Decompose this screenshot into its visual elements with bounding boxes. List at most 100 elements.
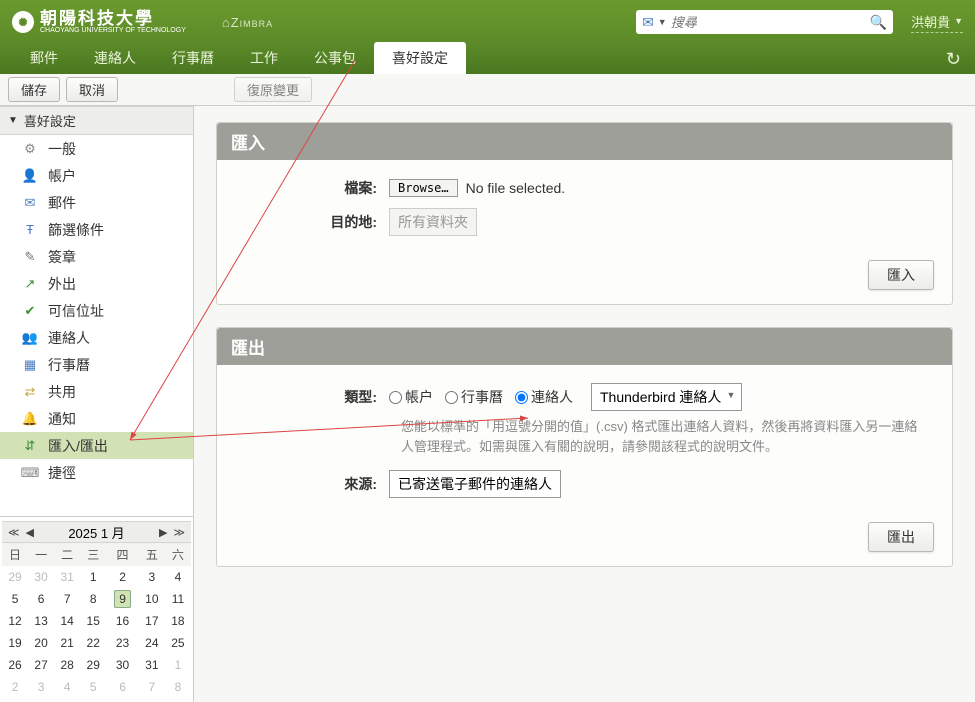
tab-preferences[interactable]: 喜好設定 xyxy=(374,42,466,74)
search-box[interactable]: ✉ ▼ 🔍 xyxy=(636,10,893,34)
export-title: 匯出 xyxy=(217,328,952,365)
calendar-day[interactable]: 29 xyxy=(2,566,28,588)
calendar-day[interactable]: 15 xyxy=(80,610,106,632)
revert-button[interactable]: 復原變更 xyxy=(234,77,312,102)
sidebar-item-7[interactable]: 👥 連絡人 xyxy=(0,324,193,351)
import-button[interactable]: 匯入 xyxy=(868,260,934,290)
calendar-day[interactable]: 4 xyxy=(165,566,191,588)
calendar-day[interactable]: 20 xyxy=(28,632,54,654)
export-button[interactable]: 匯出 xyxy=(868,522,934,552)
source-value[interactable]: 已寄送電子郵件的連絡人 xyxy=(389,470,561,498)
sidebar-item-4[interactable]: ✎簽章 xyxy=(0,243,193,270)
calendar-day[interactable]: 8 xyxy=(165,676,191,698)
calendar-day[interactable]: 25 xyxy=(165,632,191,654)
sidebar-item-1[interactable]: 👤帳户 xyxy=(0,162,193,189)
calendar-day[interactable]: 5 xyxy=(80,676,106,698)
sidebar-item-label: 簽章 xyxy=(48,247,76,267)
calendar-day[interactable]: 4 xyxy=(54,676,80,698)
radio-contacts[interactable]: 連絡人 xyxy=(515,387,573,407)
import-title: 匯入 xyxy=(217,123,952,160)
user-menu[interactable]: 洪朝貴 ▼ xyxy=(911,12,963,33)
save-button[interactable]: 儲存 xyxy=(8,77,60,102)
file-status: No file selected. xyxy=(466,180,566,196)
calendar-day[interactable]: 23 xyxy=(106,632,139,654)
sidebar-icon: ✉ xyxy=(22,195,38,211)
sidebar-item-12[interactable]: ⌨捷徑 xyxy=(0,459,193,486)
calendar-day[interactable]: 19 xyxy=(2,632,28,654)
cal-next-year-icon[interactable]: ≫ xyxy=(173,526,185,539)
sidebar-item-2[interactable]: ✉郵件 xyxy=(0,189,193,216)
sidebar-item-6[interactable]: ✔可信位址 xyxy=(0,297,193,324)
refresh-icon[interactable]: ↻ xyxy=(946,49,961,70)
tab-contacts[interactable]: 連絡人 xyxy=(76,42,154,74)
calendar-day[interactable]: 31 xyxy=(139,654,165,676)
calendar-day[interactable]: 30 xyxy=(106,654,139,676)
sidebar-item-3[interactable]: Ŧ 篩選條件 xyxy=(0,216,193,243)
calendar-day[interactable]: 27 xyxy=(28,654,54,676)
calendar-day[interactable]: 3 xyxy=(28,676,54,698)
cal-next-month-icon[interactable]: ▶ xyxy=(159,526,167,539)
sidebar-item-label: 篩選條件 xyxy=(48,220,104,240)
cancel-button[interactable]: 取消 xyxy=(66,77,118,102)
calendar-day[interactable]: 7 xyxy=(139,676,165,698)
calendar-day[interactable]: 28 xyxy=(54,654,80,676)
calendar-day[interactable]: 26 xyxy=(2,654,28,676)
cal-prev-year-icon[interactable]: ≪ xyxy=(8,526,20,539)
calendar-day[interactable]: 17 xyxy=(139,610,165,632)
calendar-day[interactable]: 6 xyxy=(106,676,139,698)
calendar-day[interactable]: 24 xyxy=(139,632,165,654)
sidebar-item-0[interactable]: ⚙一般 xyxy=(0,135,193,162)
collapse-icon: ▼ xyxy=(8,115,18,126)
calendar-day[interactable]: 1 xyxy=(165,654,191,676)
sidebar-item-5[interactable]: ↗外出 xyxy=(0,270,193,297)
sidebar-item-9[interactable]: ⇄共用 xyxy=(0,378,193,405)
dow-header: 二 xyxy=(54,543,80,566)
cal-prev-month-icon[interactable]: ◀ xyxy=(26,526,34,539)
format-select[interactable]: Thunderbird 連絡人 xyxy=(591,383,742,411)
sidebar-item-11[interactable]: ⇵匯入/匯出 xyxy=(0,432,193,459)
sidebar-item-label: 連絡人 xyxy=(48,328,90,348)
browse-button[interactable]: Browse… xyxy=(389,179,458,197)
calendar-day[interactable]: 29 xyxy=(80,654,106,676)
sidebar-item-10[interactable]: 🔔通知 xyxy=(0,405,193,432)
calendar-day[interactable]: 21 xyxy=(54,632,80,654)
tab-briefcase[interactable]: 公事包 xyxy=(296,42,374,74)
calendar-day[interactable]: 18 xyxy=(165,610,191,632)
sidebar-header[interactable]: ▼ 喜好設定 xyxy=(0,106,193,135)
tab-tasks[interactable]: 工作 xyxy=(232,42,296,74)
calendar-day[interactable]: 30 xyxy=(28,566,54,588)
sidebar-item-label: 匯入/匯出 xyxy=(48,436,108,456)
calendar-day[interactable]: 5 xyxy=(2,588,28,610)
sidebar-icon: Ŧ xyxy=(22,222,38,238)
product-label: ⌂Zimbra xyxy=(222,15,273,30)
calendar-day[interactable]: 9 xyxy=(106,588,139,610)
calendar-day[interactable]: 16 xyxy=(106,610,139,632)
calendar-day[interactable]: 11 xyxy=(165,588,191,610)
radio-account[interactable]: 帳户 xyxy=(389,387,433,407)
radio-calendar[interactable]: 行事曆 xyxy=(445,387,503,407)
mail-filter-icon[interactable]: ✉ xyxy=(642,14,654,31)
calendar-day[interactable]: 13 xyxy=(28,610,54,632)
search-icon[interactable]: 🔍 xyxy=(870,14,887,31)
calendar-day[interactable]: 22 xyxy=(80,632,106,654)
calendar-day[interactable]: 6 xyxy=(28,588,54,610)
sidebar-icon: 👥 xyxy=(22,330,38,346)
calendar-day[interactable]: 2 xyxy=(106,566,139,588)
calendar-day[interactable]: 31 xyxy=(54,566,80,588)
calendar-day[interactable]: 14 xyxy=(54,610,80,632)
tab-calendar[interactable]: 行事曆 xyxy=(154,42,232,74)
sidebar-icon: 👤 xyxy=(22,168,38,184)
calendar-title[interactable]: 2025 1 月 xyxy=(68,523,124,542)
calendar-day[interactable]: 2 xyxy=(2,676,28,698)
search-input[interactable] xyxy=(671,15,870,30)
tab-mail[interactable]: 郵件 xyxy=(12,42,76,74)
calendar-day[interactable]: 7 xyxy=(54,588,80,610)
calendar-day[interactable]: 8 xyxy=(80,588,106,610)
calendar-day[interactable]: 10 xyxy=(139,588,165,610)
calendar-day[interactable]: 1 xyxy=(80,566,106,588)
calendar-day[interactable]: 12 xyxy=(2,610,28,632)
filter-caret-icon[interactable]: ▼ xyxy=(658,17,667,27)
sidebar-item-8[interactable]: ▦行事曆 xyxy=(0,351,193,378)
calendar-day[interactable]: 3 xyxy=(139,566,165,588)
sidebar-item-label: 外出 xyxy=(48,274,76,294)
